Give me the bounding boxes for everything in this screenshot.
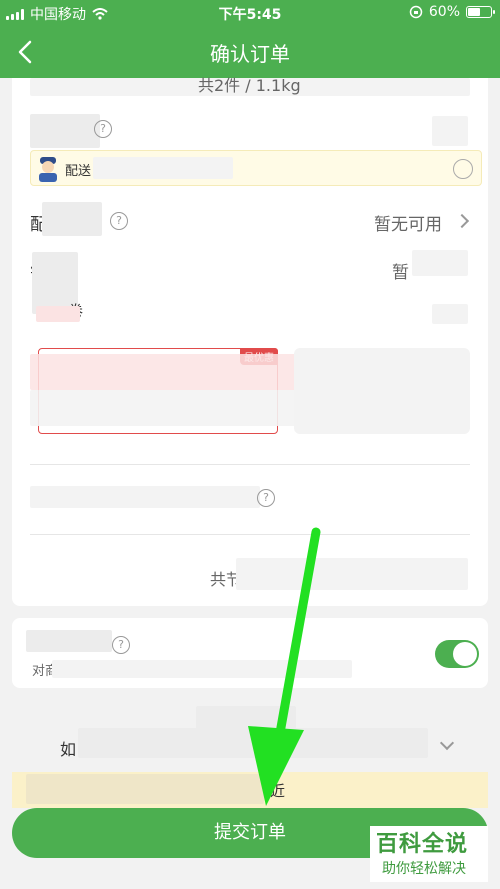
watermark-subtitle: 助你轻松解决 <box>382 861 466 877</box>
annotation-arrow-icon <box>248 527 321 806</box>
watermark-title: 百科全说 <box>376 832 469 857</box>
watermark-logo: 百科全说 助你轻松解决 <box>370 826 488 882</box>
